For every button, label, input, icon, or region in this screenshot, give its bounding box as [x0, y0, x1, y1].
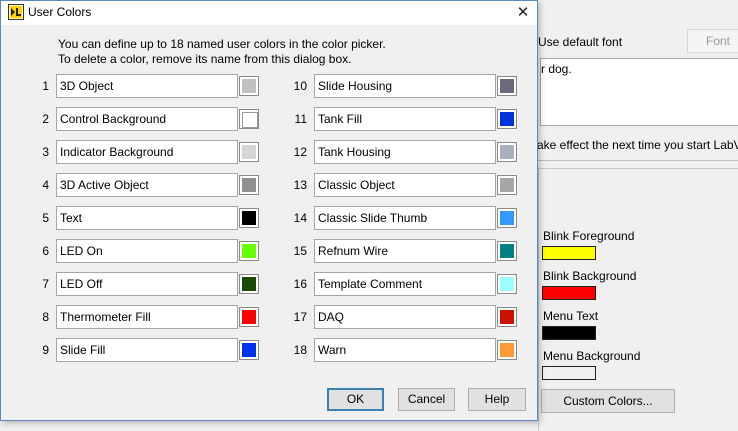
color-name-field[interactable]: Control Background: [56, 107, 238, 131]
color-swatch-button[interactable]: [239, 241, 259, 261]
instruction-line-1: You can define up to 18 named user color…: [58, 37, 386, 51]
color-name-field[interactable]: DAQ: [314, 305, 496, 329]
color-name-field[interactable]: Slide Housing: [314, 74, 496, 98]
color-swatch-fill: [242, 244, 256, 258]
color-swatch-fill: [500, 178, 514, 192]
color-swatch-fill: [242, 112, 258, 128]
color-swatch-button[interactable]: [239, 307, 259, 327]
font-sample-box: r dog.: [540, 58, 738, 126]
color-number: 12: [293, 145, 307, 159]
font-button[interactable]: Font: [687, 29, 738, 53]
dialog-titlebar[interactable]: User Colors ✕: [1, 1, 537, 25]
color-swatch-button[interactable]: [239, 175, 259, 195]
color-name-field[interactable]: Template Comment: [314, 272, 496, 296]
menu-text-label: Menu Text: [543, 309, 599, 323]
use-default-font-label[interactable]: Use default font: [538, 35, 622, 49]
color-number: 6: [42, 244, 49, 258]
color-swatch-fill: [242, 79, 256, 93]
color-swatch-button[interactable]: [497, 208, 517, 228]
color-name-field[interactable]: LED Off: [56, 272, 238, 296]
color-swatch-fill: [500, 277, 514, 291]
dialog-title: User Colors: [28, 5, 92, 19]
blink-background-swatch[interactable]: [542, 286, 596, 300]
color-name-field[interactable]: Classic Slide Thumb: [314, 206, 496, 230]
color-number: 13: [293, 178, 307, 192]
color-swatch-button[interactable]: [497, 109, 517, 129]
color-number: 9: [42, 343, 49, 357]
instruction-line-2: To delete a color, remove its name from …: [58, 52, 352, 66]
custom-colors-button[interactable]: Custom Colors...: [541, 389, 675, 413]
color-swatch-button[interactable]: [239, 208, 259, 228]
color-number: 1: [42, 79, 49, 93]
blink-foreground-swatch[interactable]: [542, 246, 596, 260]
color-swatch-button[interactable]: [239, 142, 259, 162]
color-swatch-button[interactable]: [497, 241, 517, 261]
color-swatch-fill: [242, 343, 256, 357]
dialog-instructions: You can define up to 18 named user color…: [58, 37, 386, 67]
user-colors-dialog: User Colors ✕ You can define up to 18 na…: [0, 0, 538, 421]
color-name-field[interactable]: LED On: [56, 239, 238, 263]
color-swatch-fill: [500, 211, 514, 225]
color-name-field[interactable]: 3D Object: [56, 74, 238, 98]
color-number: 2: [42, 112, 49, 126]
color-swatch-button[interactable]: [497, 307, 517, 327]
color-name-field[interactable]: Text: [56, 206, 238, 230]
color-swatch-button[interactable]: [239, 340, 259, 360]
color-name-field[interactable]: Classic Object: [314, 173, 496, 197]
color-number: 15: [293, 244, 307, 258]
color-number: 11: [294, 112, 307, 126]
color-swatch-button[interactable]: [497, 274, 517, 294]
color-number: 7: [42, 277, 49, 291]
color-swatch-fill: [500, 145, 514, 159]
color-name-field[interactable]: Thermometer Fill: [56, 305, 238, 329]
menu-text-swatch[interactable]: [542, 326, 596, 340]
color-name-field[interactable]: Warn: [314, 338, 496, 362]
color-swatch-fill: [500, 244, 514, 258]
color-swatch-fill: [500, 112, 514, 126]
color-swatch-button[interactable]: [497, 175, 517, 195]
color-number: 4: [42, 178, 49, 192]
ok-button[interactable]: OK: [327, 388, 384, 411]
color-number: 16: [293, 277, 307, 291]
color-swatch-fill: [242, 211, 256, 225]
color-number: 5: [42, 211, 49, 225]
color-number: 3: [42, 145, 49, 159]
color-swatch-button[interactable]: [239, 109, 259, 129]
color-swatch-fill: [242, 178, 256, 192]
color-swatch-fill: [242, 310, 256, 324]
color-name-field[interactable]: Slide Fill: [56, 338, 238, 362]
color-number: 17: [293, 310, 307, 324]
color-swatch-button[interactable]: [239, 274, 259, 294]
blink-foreground-label: Blink Foreground: [543, 229, 635, 243]
color-number: 8: [42, 310, 49, 324]
color-swatch-button[interactable]: [497, 142, 517, 162]
font-sample-text: r dog.: [541, 62, 572, 76]
cancel-button[interactable]: Cancel: [398, 388, 455, 411]
color-swatch-fill: [242, 145, 256, 159]
color-name-field[interactable]: Tank Housing: [314, 140, 496, 164]
color-name-field[interactable]: Indicator Background: [56, 140, 238, 164]
color-swatch-fill: [500, 310, 514, 324]
color-swatch-button[interactable]: [497, 76, 517, 96]
color-swatch-button[interactable]: [239, 76, 259, 96]
color-name-field[interactable]: Tank Fill: [314, 107, 496, 131]
menu-background-swatch[interactable]: [542, 366, 596, 380]
color-number: 10: [293, 79, 307, 93]
color-swatch-fill: [242, 277, 256, 291]
color-number: 14: [293, 211, 307, 225]
help-button[interactable]: Help: [468, 388, 526, 411]
color-number: 18: [293, 343, 307, 357]
color-swatch-fill: [500, 79, 514, 93]
labview-app-icon: [8, 4, 24, 20]
divider: [537, 160, 738, 161]
menu-background-label: Menu Background: [543, 349, 641, 363]
close-icon[interactable]: ✕: [511, 2, 535, 24]
restart-note: ake effect the next time you start LabVI…: [537, 138, 738, 152]
color-swatch-fill: [500, 343, 514, 357]
color-name-field[interactable]: 3D Active Object: [56, 173, 238, 197]
color-name-field[interactable]: Refnum Wire: [314, 239, 496, 263]
blink-background-label: Blink Background: [543, 269, 637, 283]
color-swatch-button[interactable]: [497, 340, 517, 360]
